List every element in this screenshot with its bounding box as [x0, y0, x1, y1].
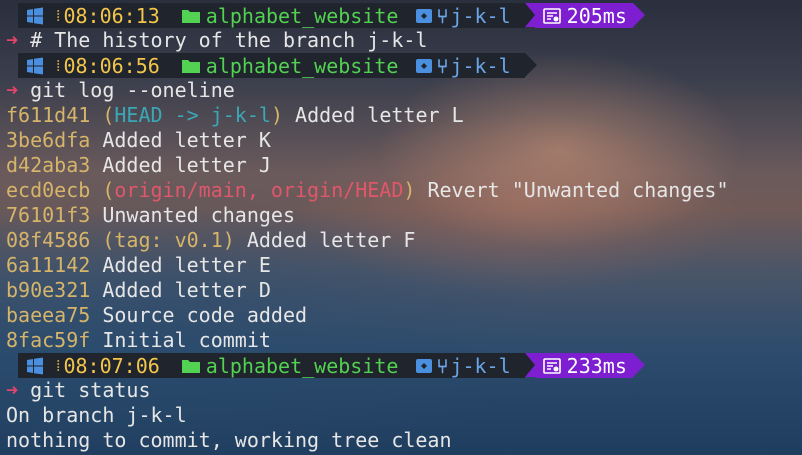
commit-ref-tag: (tag: v0.1)	[102, 228, 235, 252]
commit-message: Added letter L	[295, 103, 464, 127]
prompt-duration-segment: 205ms	[534, 3, 633, 28]
command-text: git log --oneline	[30, 78, 235, 102]
commit-message: Unwanted changes	[102, 203, 295, 227]
terminal-window[interactable]: ⁞ 08:06:13 alphabet_website ⑂ j-k-l 205m…	[0, 0, 802, 455]
log-entry: 08f4586 (tag: v0.1) Added letter F	[6, 228, 415, 253]
commit-message: Initial commit	[102, 328, 271, 352]
commit-hash: d42aba3	[6, 153, 91, 177]
branch-icon: ⑂	[436, 3, 449, 28]
windows-icon	[27, 57, 43, 74]
stopwatch-icon	[542, 7, 561, 24]
prompt-status-segment: ⁞ 08:06:13 alphabet_website ⑂ j-k-l	[18, 3, 525, 28]
prompt-arrow-icon: ➜	[6, 28, 19, 52]
branch-icon: ⑂	[436, 53, 449, 78]
prompt-bar: ⁞ 08:06:13 alphabet_website ⑂ j-k-l 205m…	[18, 3, 645, 28]
prompt-status-segment: ⁞ 08:06:56 alphabet_website ⑂ j-k-l	[18, 53, 525, 78]
prompt-branch: j-k-l	[450, 3, 511, 28]
log-entry: f611d41 (HEAD -> j-k-l) Added letter L	[6, 103, 464, 128]
prompt-arrow-icon: ➜	[6, 78, 19, 102]
windows-icon	[27, 7, 43, 24]
segment-end	[524, 53, 537, 77]
commit-hash: 08f4586	[6, 228, 91, 252]
separator-icon: ⁞	[56, 55, 61, 75]
prompt-status-segment: ⁞ 08:07:06 alphabet_website ⑂ j-k-l	[18, 353, 525, 378]
prompt-branch: j-k-l	[450, 53, 511, 78]
command-text: git status	[30, 378, 151, 402]
log-entry: b90e321 Added letter D	[6, 278, 271, 303]
log-entry: 3be6dfa Added letter K	[6, 128, 271, 153]
segment-separator	[524, 3, 535, 27]
commit-ref-origin: origin/main, origin/HEAD	[114, 178, 404, 202]
prompt-bar: ⁞ 08:06:56 alphabet_website ⑂ j-k-l	[18, 53, 537, 78]
prompt-duration-segment: 233ms	[534, 353, 633, 378]
prompt-directory: alphabet_website	[205, 53, 399, 78]
segment-end	[632, 3, 645, 27]
commit-message: Added letter J	[102, 153, 271, 177]
commit-hash: 8fac59f	[6, 328, 91, 352]
prompt-branch: j-k-l	[450, 353, 511, 378]
command-text: # The history of the branch j-k-l	[30, 28, 428, 52]
segment-separator	[524, 353, 535, 377]
prompt-time: 08:06:56	[63, 53, 160, 78]
status-line: nothing to commit, working tree clean	[6, 428, 452, 452]
commit-hash: baeea75	[6, 303, 91, 327]
commit-ref-head: HEAD -> j-k-l	[114, 103, 271, 127]
commit-hash: ecd0ecb	[6, 178, 91, 202]
command-line: ➜ git status	[6, 378, 151, 403]
stopwatch-icon	[542, 357, 561, 374]
separator-icon: ⁞	[56, 5, 61, 25]
git-icon	[416, 58, 433, 73]
commit-message: Revert "Unwanted changes"	[427, 178, 729, 202]
prompt-time: 08:07:06	[63, 353, 160, 378]
commit-hash: 3be6dfa	[6, 128, 91, 152]
ref-paren: )	[403, 178, 416, 202]
separator-icon: ⁞	[56, 355, 61, 375]
branch-icon: ⑂	[436, 353, 449, 378]
command-line: ➜ git log --oneline	[6, 78, 235, 103]
commit-message: Added letter F	[246, 228, 416, 252]
windows-icon	[27, 357, 43, 374]
prompt-time: 08:06:13	[63, 3, 160, 28]
command-line: ➜ # The history of the branch j-k-l	[6, 28, 427, 53]
folder-icon	[181, 359, 200, 373]
status-line: On branch j-k-l	[6, 403, 187, 427]
commit-message: Added letter E	[102, 253, 271, 277]
ref-paren: )	[270, 103, 283, 127]
folder-icon	[181, 9, 200, 23]
prompt-bar: ⁞ 08:07:06 alphabet_website ⑂ j-k-l 233m…	[18, 353, 645, 378]
log-entry: ecd0ecb (origin/main, origin/HEAD) Rever…	[6, 178, 729, 203]
commit-message: Source code added	[102, 303, 308, 327]
prompt-directory: alphabet_website	[205, 3, 399, 28]
segment-end	[632, 353, 645, 377]
log-entry: 6a11142 Added letter E	[6, 253, 271, 278]
log-entry: 76101f3 Unwanted changes	[6, 203, 295, 228]
log-entry: 8fac59f Initial commit	[6, 328, 271, 353]
commit-hash: 6a11142	[6, 253, 91, 277]
log-entry: baeea75 Source code added	[6, 303, 307, 328]
prompt-directory: alphabet_website	[205, 353, 399, 378]
log-entry: d42aba3 Added letter J	[6, 153, 271, 178]
prompt-arrow-icon: ➜	[6, 378, 19, 402]
prompt-duration: 205ms	[566, 3, 627, 28]
folder-icon	[181, 59, 200, 73]
git-icon	[416, 8, 433, 23]
prompt-duration: 233ms	[566, 353, 627, 378]
ref-paren: (	[102, 178, 115, 202]
ref-paren: (	[102, 103, 115, 127]
commit-hash: 76101f3	[6, 203, 91, 227]
commit-message: Added letter K	[102, 128, 271, 152]
git-icon	[416, 358, 433, 373]
commit-message: Added letter D	[102, 278, 271, 302]
commit-hash: b90e321	[6, 278, 91, 302]
commit-hash: f611d41	[6, 103, 91, 127]
